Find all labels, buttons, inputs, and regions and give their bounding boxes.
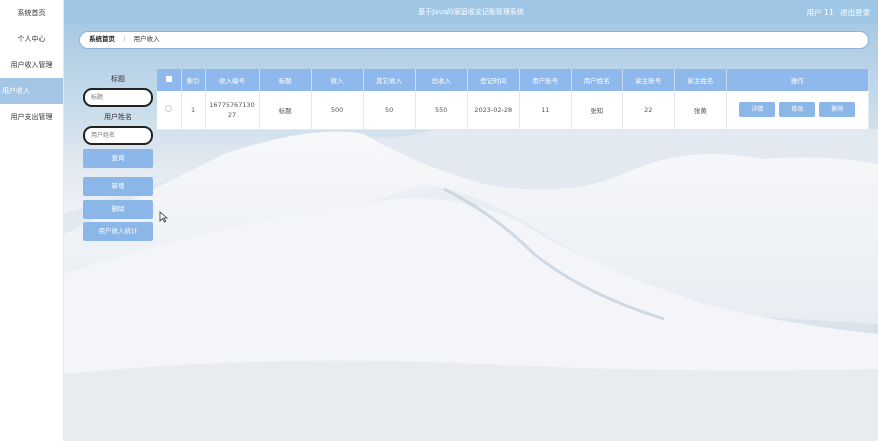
column-header: 用户姓名: [571, 69, 623, 91]
column-header: 索引: [181, 69, 206, 91]
table-row: 1 1677576713027 标题 500 50 550 2023-02-28…: [157, 91, 870, 130]
sidebar-item-expense-management[interactable]: 用户支出管理: [0, 104, 63, 130]
row-select-radio[interactable]: [165, 105, 173, 113]
user-name-search-input[interactable]: [83, 126, 153, 145]
app-title: 基于Java的家庭收支记账管理系统: [418, 8, 524, 16]
cell-income: 500: [311, 91, 364, 130]
select-all-header[interactable]: [157, 69, 182, 91]
breadcrumb-current: 用户收入: [133, 35, 160, 43]
sidebar-item-home[interactable]: 系统首页: [0, 0, 63, 26]
column-header: 标题: [259, 69, 312, 91]
cell-index: 1: [181, 91, 206, 130]
row-delete-button[interactable]: 删除: [819, 102, 856, 118]
add-button[interactable]: 新增: [83, 177, 153, 196]
column-header: 总收入: [415, 69, 468, 91]
title-search-input[interactable]: [83, 88, 153, 107]
delete-button[interactable]: 删除: [83, 200, 153, 219]
income-stats-button[interactable]: 用户收入统计: [83, 222, 153, 241]
cell-title: 标题: [259, 91, 312, 130]
user-name-label: 用户姓名: [104, 113, 132, 121]
cell-user-account: 11: [519, 91, 572, 130]
title-label: 标题: [111, 75, 125, 83]
sidebar: 系统首页 个人中心 用户收入管理 用户收入 用户支出管理: [0, 0, 64, 441]
cell-date: 2023-02-28: [467, 91, 520, 130]
table-header-row: 索引 收入编号 标题 收入 其它收入 总收入 登记时间 用户账号 用户姓名 家主…: [157, 69, 870, 91]
column-header: 家主账号: [622, 69, 675, 91]
cell-total-income: 550: [415, 91, 468, 130]
user-label: 用户 11: [806, 8, 834, 17]
column-header: 收入: [311, 69, 364, 91]
column-header: 收入编号: [205, 69, 260, 91]
column-header: 登记时间: [467, 69, 520, 91]
row-select-cell[interactable]: [157, 91, 182, 130]
detail-button[interactable]: 详情: [739, 102, 776, 118]
column-header: 家主姓名: [674, 69, 727, 91]
sidebar-item-income-management[interactable]: 用户收入管理: [0, 52, 63, 78]
cell-head-name: 张黄: [674, 91, 727, 130]
column-header: 其它收入: [363, 69, 416, 91]
breadcrumb: 系统首页 ⋮ 用户收入: [79, 31, 869, 49]
edit-button[interactable]: 修改: [779, 102, 816, 118]
user-area: 用户 11 退出登录: [803, 7, 870, 18]
top-header: 基于Java的家庭收支记账管理系统 用户 11 退出登录: [64, 0, 878, 24]
cell-user-name: 张知: [571, 91, 623, 130]
sidebar-item-profile[interactable]: 个人中心: [0, 26, 63, 52]
sidebar-item-user-income[interactable]: 用户收入: [0, 78, 63, 104]
cell-actions: 详情 修改 删除: [726, 91, 870, 130]
breadcrumb-home[interactable]: 系统首页: [89, 35, 115, 43]
cell-income-no: 1677576713027: [205, 91, 260, 130]
cell-head-account: 22: [622, 91, 675, 130]
select-all-checkbox[interactable]: [165, 76, 172, 82]
column-header: 用户账号: [519, 69, 572, 91]
cell-other-income: 50: [363, 91, 416, 130]
logout-link[interactable]: 退出登录: [840, 8, 870, 17]
income-table: 索引 收入编号 标题 收入 其它收入 总收入 登记时间 用户账号 用户姓名 家主…: [157, 69, 870, 130]
column-header: 操作: [726, 69, 870, 91]
breadcrumb-separator: ⋮: [121, 35, 128, 43]
mouse-cursor-icon: [159, 211, 168, 223]
query-button[interactable]: 查询: [83, 149, 153, 168]
